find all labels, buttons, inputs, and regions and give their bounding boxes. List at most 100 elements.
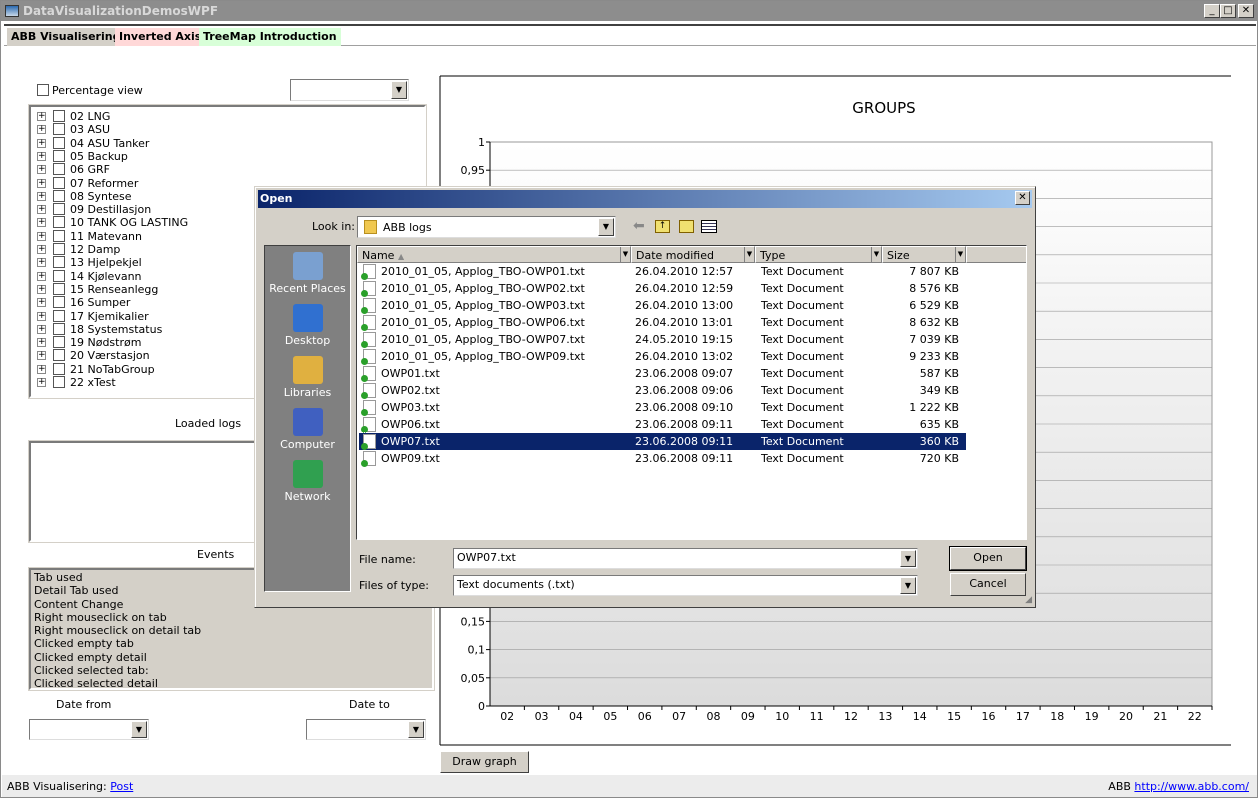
file-row[interactable]: 2010_01_05, Applog_TBO-OWP07.txt 24.05.20… bbox=[359, 331, 966, 348]
expand-icon[interactable]: + bbox=[37, 231, 46, 241]
group-checkbox[interactable] bbox=[53, 176, 65, 189]
group-checkbox[interactable] bbox=[53, 376, 65, 388]
file-list[interactable]: Name ▲ ▼ Date modified ▼ Type ▼ Size ▼ 2010_… bbox=[356, 245, 1027, 540]
place-desktop[interactable]: Desktop bbox=[265, 304, 350, 347]
back-icon[interactable]: ⬅ bbox=[633, 218, 645, 234]
expand-icon[interactable]: + bbox=[37, 151, 46, 161]
resize-grip-icon[interactable]: ◢ bbox=[1025, 595, 1032, 605]
files-of-type-combo[interactable]: Text documents (.txt) ▼ bbox=[453, 575, 918, 596]
expand-icon[interactable]: + bbox=[37, 338, 46, 348]
expand-icon[interactable]: + bbox=[37, 218, 46, 228]
group-checkbox[interactable] bbox=[53, 203, 65, 216]
group-checkbox[interactable] bbox=[53, 322, 65, 335]
expand-icon[interactable]: + bbox=[37, 271, 46, 281]
group-checkbox[interactable] bbox=[53, 149, 65, 162]
dialog-close-button[interactable]: ✕ bbox=[1015, 191, 1030, 205]
expand-icon[interactable]: + bbox=[37, 245, 46, 254]
file-row[interactable]: OWP02.txt 23.06.2008 09:06 Text Document 34… bbox=[359, 382, 966, 399]
group-checkbox[interactable] bbox=[53, 309, 65, 322]
chevron-down-icon[interactable]: ▼ bbox=[871, 247, 881, 262]
chevron-down-icon[interactable]: ▼ bbox=[744, 247, 754, 262]
group-checkbox[interactable] bbox=[53, 282, 65, 295]
column-name[interactable]: Name ▲ ▼ bbox=[357, 246, 631, 263]
expand-icon[interactable]: + bbox=[37, 165, 46, 175]
expand-icon[interactable]: + bbox=[37, 378, 46, 387]
percentage-view-checkbox[interactable] bbox=[37, 84, 49, 96]
group-checkbox[interactable] bbox=[53, 243, 65, 255]
file-row[interactable]: 2010_01_05, Applog_TBO-OWP06.txt 26.04.20… bbox=[359, 314, 966, 331]
file-row[interactable]: 2010_01_05, Applog_TBO-OWP02.txt 26.04.20… bbox=[359, 280, 966, 297]
view-combo[interactable]: ▼ bbox=[290, 79, 409, 101]
expand-icon[interactable]: + bbox=[37, 178, 46, 188]
expand-icon[interactable]: + bbox=[37, 205, 46, 215]
group-checkbox[interactable] bbox=[53, 362, 65, 375]
place-recent-places[interactable]: Recent Places bbox=[265, 252, 350, 295]
file-row[interactable]: OWP01.txt 23.06.2008 09:07 Text Document 58… bbox=[359, 365, 966, 382]
expand-icon[interactable]: + bbox=[37, 258, 46, 268]
file-row[interactable]: OWP06.txt 23.06.2008 09:11 Text Document 63… bbox=[359, 416, 966, 433]
file-row[interactable]: OWP03.txt 23.06.2008 09:10 Text Document 1 … bbox=[359, 399, 966, 416]
expand-icon[interactable]: + bbox=[37, 298, 46, 308]
file-row[interactable]: 2010_01_05, Applog_TBO-OWP01.txt 26.04.20… bbox=[359, 263, 966, 280]
chevron-down-icon[interactable]: ▼ bbox=[955, 247, 965, 262]
file-name-input[interactable]: OWP07.txt ▼ bbox=[453, 548, 918, 569]
expand-icon[interactable]: + bbox=[37, 125, 46, 135]
chevron-down-icon[interactable]: ▼ bbox=[620, 247, 630, 262]
group-checkbox[interactable] bbox=[53, 163, 65, 176]
group-checkbox[interactable] bbox=[53, 216, 65, 229]
abb-website-link[interactable]: http://www.abb.com/ bbox=[1134, 780, 1249, 793]
expand-icon[interactable]: + bbox=[37, 351, 46, 361]
tab-treemap-introduction[interactable]: TreeMap Introduction bbox=[199, 28, 341, 46]
footer-right: ABB http://www.abb.com/ bbox=[1108, 780, 1249, 793]
group-checkbox[interactable] bbox=[53, 123, 65, 136]
draw-graph-button[interactable]: Draw graph bbox=[440, 751, 529, 773]
date-to-picker[interactable]: ▼ bbox=[306, 719, 426, 740]
column-date-modified[interactable]: Date modified ▼ bbox=[631, 246, 755, 263]
group-checkbox[interactable] bbox=[53, 296, 65, 309]
expand-icon[interactable]: + bbox=[37, 284, 46, 294]
expand-icon[interactable]: + bbox=[37, 364, 46, 374]
cancel-button[interactable]: Cancel bbox=[950, 573, 1026, 596]
open-button[interactable]: Open bbox=[949, 546, 1027, 571]
group-checkbox[interactable] bbox=[53, 110, 65, 122]
maximize-button[interactable]: □ bbox=[1220, 4, 1236, 18]
file-row[interactable]: 2010_01_05, Applog_TBO-OWP03.txt 26.04.20… bbox=[359, 297, 966, 314]
file-row[interactable]: 2010_01_05, Applog_TBO-OWP09.txt 26.04.20… bbox=[359, 348, 966, 365]
view-menu-icon[interactable] bbox=[701, 220, 717, 233]
place-network[interactable]: Network bbox=[265, 460, 350, 503]
file-row[interactable]: OWP07.txt 23.06.2008 09:11 Text Document 36… bbox=[358, 432, 967, 451]
up-folder-icon[interactable]: ↑ bbox=[655, 220, 670, 233]
group-checkbox[interactable] bbox=[53, 269, 65, 282]
tab-abb-visualisering[interactable]: ABB Visualisering bbox=[7, 28, 125, 46]
minimize-button[interactable]: _ bbox=[1204, 4, 1220, 18]
group-checkbox[interactable] bbox=[53, 189, 65, 202]
expand-icon[interactable]: + bbox=[37, 191, 46, 201]
group-checkbox[interactable] bbox=[53, 349, 65, 362]
file-size: 1 222 KB bbox=[909, 401, 959, 414]
look-in-combo[interactable]: ABB logs ▼ bbox=[357, 216, 616, 238]
network-icon bbox=[292, 460, 323, 488]
expand-icon[interactable]: + bbox=[37, 311, 46, 321]
place-computer[interactable]: Computer bbox=[265, 408, 350, 451]
place-libraries[interactable]: Libraries bbox=[265, 356, 350, 399]
group-checkbox[interactable] bbox=[53, 336, 65, 349]
column-type[interactable]: Type ▼ bbox=[755, 246, 882, 263]
post-link[interactable]: Post bbox=[110, 780, 133, 793]
new-folder-icon[interactable] bbox=[679, 220, 694, 233]
dialog-title: Open bbox=[260, 192, 293, 205]
file-row[interactable]: OWP09.txt 23.06.2008 09:11 Text Document 72… bbox=[359, 450, 966, 467]
column-size[interactable]: Size ▼ bbox=[882, 246, 966, 263]
group-checkbox[interactable] bbox=[53, 229, 65, 242]
loaded-logs-list[interactable] bbox=[28, 440, 270, 543]
tab-inverted-axis[interactable]: Inverted Axis bbox=[115, 28, 206, 46]
expand-icon[interactable]: + bbox=[37, 112, 46, 121]
group-checkbox[interactable] bbox=[53, 256, 65, 269]
x-tick-label: 09 bbox=[741, 710, 755, 723]
file-date: 23.06.2008 09:06 bbox=[635, 384, 734, 397]
expand-icon[interactable]: + bbox=[37, 324, 46, 334]
date-from-picker[interactable]: ▼ bbox=[29, 719, 149, 740]
close-button[interactable]: ✕ bbox=[1238, 4, 1254, 18]
group-label: 13 Hjelpekjel bbox=[70, 256, 142, 270]
expand-icon[interactable]: + bbox=[37, 138, 46, 148]
group-checkbox[interactable] bbox=[53, 136, 65, 149]
